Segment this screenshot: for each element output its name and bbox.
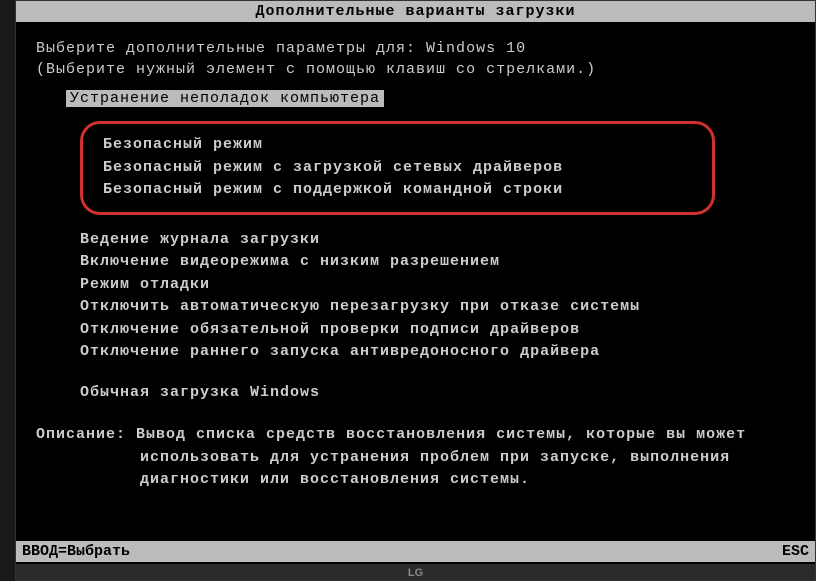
description-label: Описание: <box>36 426 126 443</box>
screen-title: Дополнительные варианты загрузки <box>255 3 575 20</box>
menu-item-safe-mode[interactable]: Безопасный режим <box>103 134 692 157</box>
menu-item-safe-mode-cmd[interactable]: Безопасный режим с поддержкой командной … <box>103 179 692 202</box>
menu-item-repair-computer[interactable]: Устранение неполадок компьютера <box>66 90 384 107</box>
instruction-hint: (Выберите нужный элемент с помощью клави… <box>36 61 795 78</box>
monitor-brand-logo: LG <box>408 567 423 579</box>
menu-item-safe-mode-networking[interactable]: Безопасный режим с загрузкой сетевых дра… <box>103 157 692 180</box>
menu-item-disable-antimalware[interactable]: Отключение раннего запуска антивредоносн… <box>80 341 795 364</box>
menu-item-boot-logging[interactable]: Ведение журнала загрузки <box>80 229 795 252</box>
menu-item-debug-mode[interactable]: Режим отладки <box>80 274 795 297</box>
menu-item-disable-auto-restart[interactable]: Отключить автоматическую перезагрузку пр… <box>80 296 795 319</box>
menu-group-advanced: Ведение журнала загрузки Включение видео… <box>80 229 795 364</box>
footer-enter-hint: ВВОД=Выбрать <box>22 543 130 560</box>
description-text-1: Вывод списка средств восстановления сист… <box>136 426 746 443</box>
instruction-os: Выберите дополнительные параметры для: W… <box>36 40 795 57</box>
safe-modes-highlight-box: Безопасный режим Безопасный режим с загр… <box>80 121 715 215</box>
menu-item-normal-boot[interactable]: Обычная загрузка Windows <box>80 382 795 405</box>
footer-esc-hint: ESC <box>782 543 809 560</box>
menu-group-normal: Обычная загрузка Windows <box>80 382 795 405</box>
menu-item-disable-driver-sig[interactable]: Отключение обязательной проверки подписи… <box>80 319 795 342</box>
monitor-bezel: LG <box>16 564 815 580</box>
menu-item-low-res-video[interactable]: Включение видеорежима с низким разрешени… <box>80 251 795 274</box>
content-area: Выберите дополнительные параметры для: W… <box>16 22 815 502</box>
description-block: Описание: Вывод списка средств восстанов… <box>36 424 795 492</box>
description-text-2: использовать для устранения проблем при … <box>140 447 795 470</box>
description-text-3: диагностики или восстановления системы. <box>140 469 795 492</box>
title-bar: Дополнительные варианты загрузки <box>16 1 815 22</box>
footer-bar: ВВОД=Выбрать ESC <box>16 541 815 562</box>
boot-screen: Дополнительные варианты загрузки Выберит… <box>15 0 816 581</box>
